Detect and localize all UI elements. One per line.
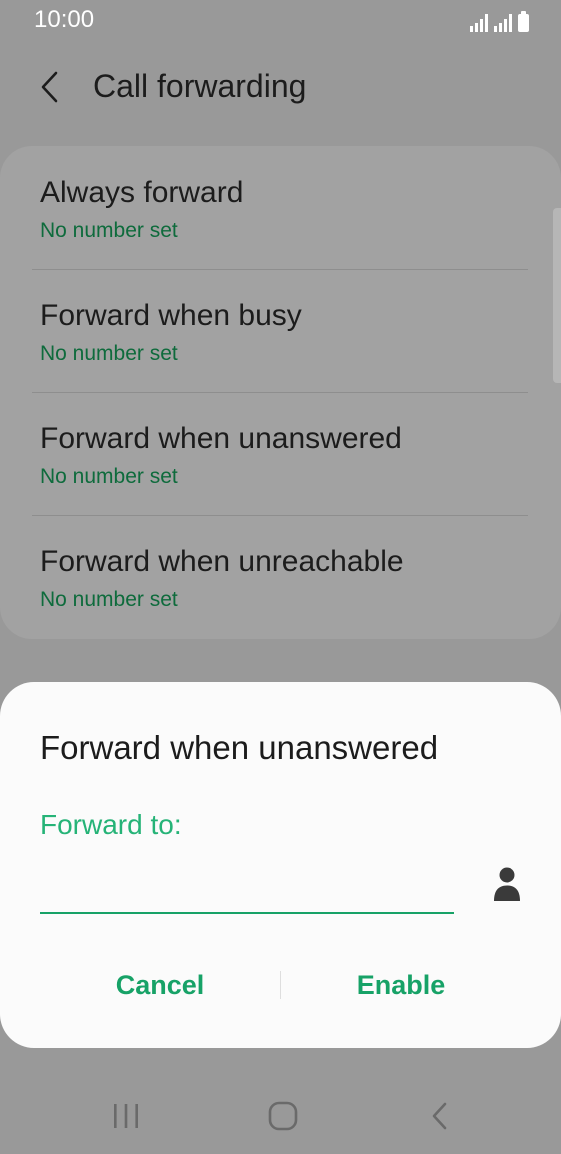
- list-item-summary: No number set: [40, 465, 178, 488]
- status-bar: 10:00: [0, 0, 561, 42]
- nav-back-button[interactable]: [410, 1094, 470, 1138]
- status-icons: [470, 10, 529, 32]
- list-item-summary: No number set: [40, 588, 178, 611]
- dialog-buttons: Cancel Enable: [0, 952, 561, 1018]
- scrollbar[interactable]: [553, 208, 561, 383]
- home-button[interactable]: [253, 1094, 313, 1138]
- page-title: Call forwarding: [93, 68, 307, 104]
- recents-icon: [114, 1104, 138, 1128]
- back-icon: [432, 1102, 447, 1130]
- list-item-summary: No number set: [40, 219, 178, 242]
- screen: 10:00 Call forwarding Always forward No …: [0, 0, 561, 1154]
- forward-dialog: Forward when unanswered Forward to: Canc…: [0, 682, 561, 1048]
- recents-button[interactable]: [96, 1094, 156, 1138]
- list-item-forward-when-busy[interactable]: Forward when busy No number set: [0, 269, 561, 392]
- forward-to-label: Forward to:: [40, 809, 182, 840]
- list-item-title: Forward when unanswered: [40, 422, 402, 455]
- list-item-forward-when-unreachable[interactable]: Forward when unreachable No number set: [0, 515, 561, 638]
- call-forwarding-list: Always forward No number set Forward whe…: [0, 146, 561, 639]
- cancel-button[interactable]: Cancel: [40, 952, 280, 1018]
- chevron-left-icon: [41, 71, 58, 103]
- home-icon: [268, 1101, 298, 1131]
- dialog-title: Forward when unanswered: [40, 729, 439, 766]
- list-item-summary: No number set: [40, 342, 178, 365]
- battery-icon: [518, 11, 529, 32]
- enable-button[interactable]: Enable: [281, 952, 521, 1018]
- status-time: 10:00: [34, 6, 95, 33]
- navigation-bar: [0, 1080, 561, 1154]
- list-item-title: Forward when unreachable: [40, 545, 404, 578]
- signal-icon: [494, 14, 512, 32]
- list-item-title: Forward when busy: [40, 299, 302, 332]
- person-icon: [494, 867, 520, 901]
- list-item-always-forward[interactable]: Always forward No number set: [0, 146, 561, 269]
- forward-number-input[interactable]: [40, 854, 454, 914]
- contact-picker-button[interactable]: [486, 862, 528, 906]
- list-item-title: Always forward: [40, 176, 244, 209]
- list-item-forward-when-unanswered[interactable]: Forward when unanswered No number set: [0, 392, 561, 515]
- app-bar: Call forwarding: [0, 55, 561, 119]
- signal-icon: [470, 14, 488, 32]
- back-button[interactable]: [28, 65, 72, 109]
